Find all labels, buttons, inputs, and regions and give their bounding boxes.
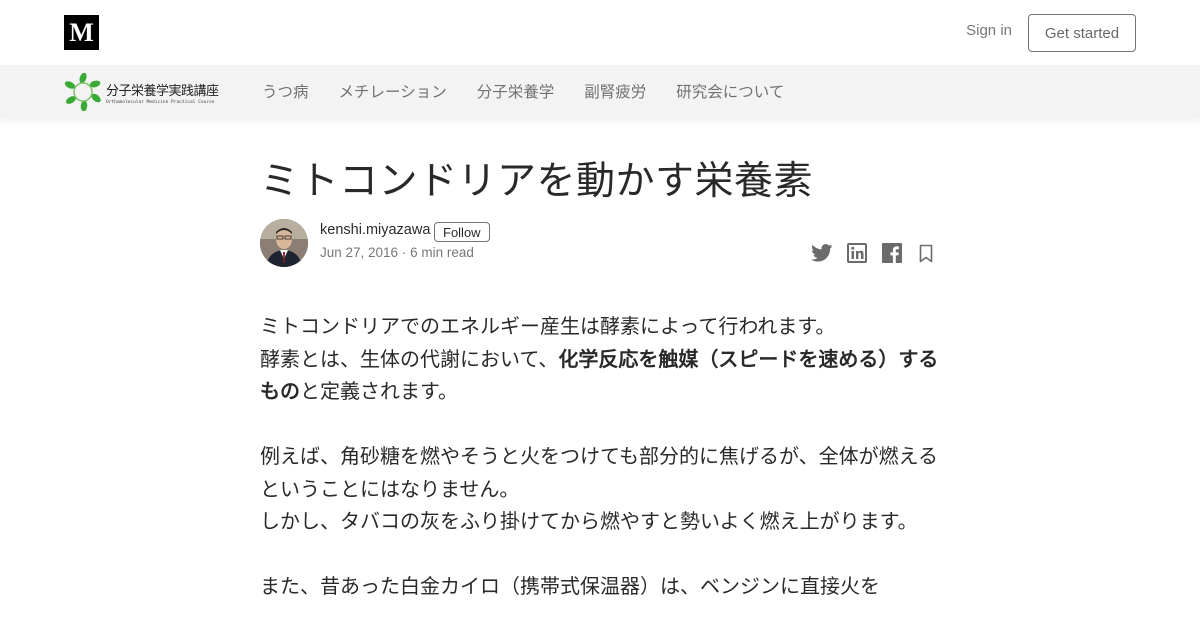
publication-nav: うつ病 メチレーション 分子栄養学 副腎疲労 研究会について [262, 80, 814, 102]
author-name-link[interactable]: kenshi.miyazawa [320, 222, 430, 238]
body-line: 例えば、角砂糖を燃やそうと火をつけても部分的に焦げるが、全体が燃えるということに… [260, 444, 938, 501]
nav-item-methylation[interactable]: メチレーション [339, 80, 447, 102]
publication-logo-title: 分子栄養学実践講座 [106, 83, 219, 99]
sign-in-link[interactable]: Sign in [966, 22, 1012, 39]
article-body: ミトコンドリアでのエネルギー産生は酵素によって行われます。 酵素とは、生体の代謝… [260, 310, 940, 603]
twitter-icon[interactable] [811, 242, 833, 264]
follow-button[interactable]: Follow [434, 222, 490, 242]
publication-logo-subtitle: Orthomolecular Medicine Practical Course [106, 99, 215, 105]
top-navbar: M Sign in Get started [0, 0, 1200, 65]
paragraph: また、昔あった白金カイロ（携帯式保温器）は、ベンジンに直接火を [260, 570, 940, 603]
leaf-ring-icon [64, 73, 101, 111]
body-line: しかし、タバコの灰をふり掛けてから燃やすと勢いよく燃え上がります。 [260, 509, 918, 533]
article-meta: Jun 27, 2016 · 6 min read [320, 245, 474, 260]
read-time: 6 min read [410, 245, 474, 260]
body-line: また、昔あった白金カイロ（携帯式保温器）は、ベンジンに直接火を [260, 574, 880, 598]
meta-separator: · [401, 245, 407, 260]
body-line: 酵素とは、生体の代謝において、 [260, 346, 559, 371]
facebook-icon[interactable] [881, 242, 903, 264]
article-title: ミトコンドリアを動かす栄養素 [260, 159, 814, 204]
get-started-button[interactable]: Get started [1028, 14, 1136, 52]
medium-logo[interactable]: M [64, 15, 99, 50]
linkedin-icon[interactable] [846, 242, 868, 264]
publish-date: Jun 27, 2016 [320, 245, 399, 260]
nav-item-molecular-nutrition[interactable]: 分子栄養学 [477, 80, 555, 102]
paragraph: ミトコンドリアでのエネルギー産生は酵素によって行われます。 酵素とは、生体の代謝… [260, 310, 940, 408]
nav-item-adrenal-fatigue[interactable]: 副腎疲労 [584, 80, 646, 102]
body-line: と定義されます。 [300, 379, 458, 403]
nav-item-depression[interactable]: うつ病 [262, 80, 309, 102]
author-avatar[interactable] [260, 219, 308, 267]
body-line: ミトコンドリアでのエネルギー産生は酵素によって行われます。 [260, 314, 836, 338]
nav-item-about[interactable]: 研究会について [676, 80, 784, 102]
publication-logo[interactable]: 分子栄養学実践講座 Orthomolecular Medicine Practi… [64, 73, 224, 111]
bookmark-icon[interactable] [915, 242, 937, 264]
author-photo [260, 219, 308, 267]
paragraph: 例えば、角砂糖を燃やそうと火をつけても部分的に焦げるが、全体が燃えるということに… [260, 440, 940, 538]
